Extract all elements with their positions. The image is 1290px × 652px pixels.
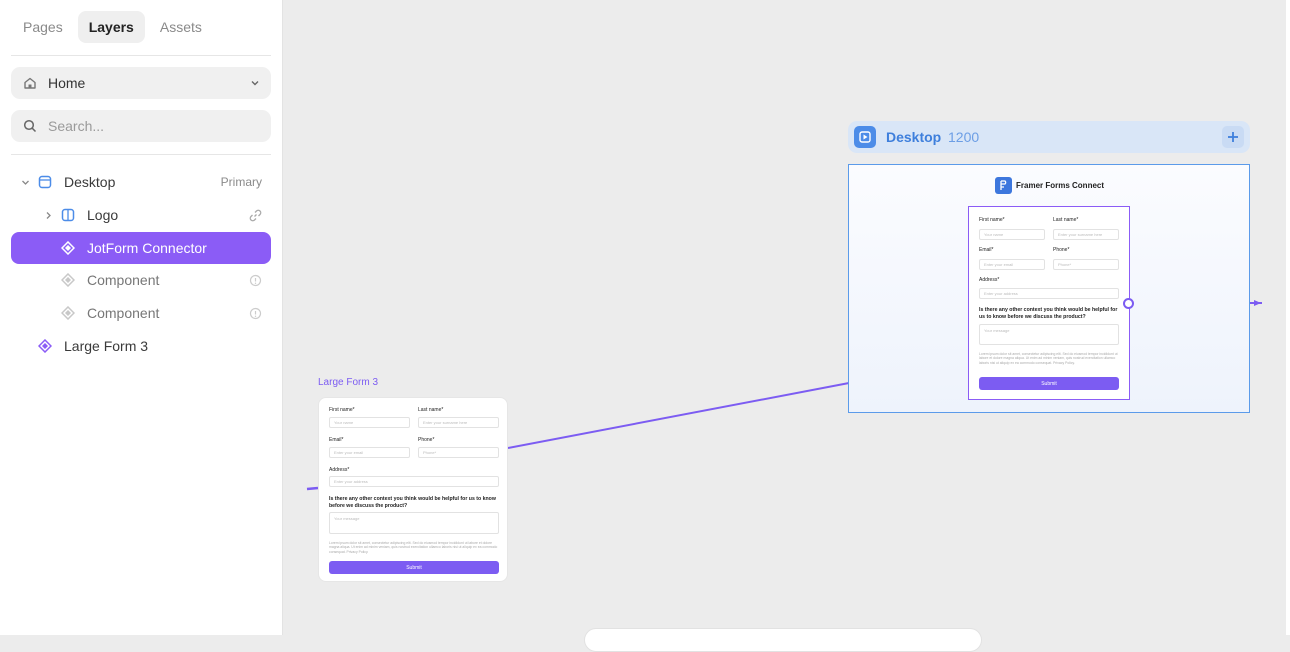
phone-label: Phone* xyxy=(1053,247,1070,253)
component-icon xyxy=(61,306,75,320)
add-breakpoint-button[interactable] xyxy=(1222,126,1244,148)
last-name-label: Last name* xyxy=(418,407,444,413)
layer-jotform-connector[interactable]: JotForm Connector xyxy=(11,232,271,264)
layer-logo[interactable]: Logo xyxy=(11,199,271,231)
component-icon xyxy=(61,273,75,287)
layer-label: Logo xyxy=(87,207,119,223)
first-name-label: First name* xyxy=(329,407,355,413)
page-select[interactable]: Home xyxy=(11,67,271,99)
primary-badge: Primary xyxy=(220,175,262,189)
link-icon xyxy=(248,208,262,222)
first-name-label: First name* xyxy=(979,217,1005,223)
layer-desktop[interactable]: Desktop Primary xyxy=(11,166,271,198)
phone-field[interactable]: Phone* xyxy=(418,447,499,458)
first-name-field[interactable]: Your name xyxy=(329,417,410,428)
context-question: Is there any other context you think wou… xyxy=(329,496,496,509)
brand-name: Framer Forms Connect xyxy=(1016,180,1105,190)
message-field[interactable]: Your message xyxy=(329,512,499,534)
info-icon xyxy=(248,273,262,287)
search-input[interactable] xyxy=(48,118,260,134)
chevron-right-icon[interactable] xyxy=(42,209,54,221)
sidebar-tabs: Pages Layers Assets xyxy=(12,11,213,43)
play-icon[interactable] xyxy=(854,126,876,148)
email-field[interactable]: Enter your email xyxy=(329,447,410,458)
tab-pages[interactable]: Pages xyxy=(12,11,74,43)
fine-print: Lorem ipsum dolor sit amet, consectetur … xyxy=(329,541,498,554)
address-label: Address* xyxy=(979,277,1000,283)
address-label: Address* xyxy=(329,467,350,473)
search-field xyxy=(11,110,271,142)
layers-sidebar: Pages Layers Assets Home Desktop Primary xyxy=(0,0,283,635)
brand: Framer Forms Connect xyxy=(995,176,1104,194)
bottom-toolbar[interactable] xyxy=(584,628,982,652)
frame-icon xyxy=(38,175,52,189)
component-icon xyxy=(38,339,52,353)
chevron-down-icon[interactable] xyxy=(19,176,31,188)
tab-layers[interactable]: Layers xyxy=(77,11,145,43)
chevron-down-icon xyxy=(250,78,260,88)
component-icon xyxy=(61,241,75,255)
layer-label: Large Form 3 xyxy=(64,338,149,354)
layer-large-form-3[interactable]: Large Form 3 xyxy=(11,330,271,362)
layer-component[interactable]: Component xyxy=(11,264,271,296)
frame-width: 1200 xyxy=(948,129,980,145)
large-form-3-card[interactable]: First name* Your name Last name* Enter y… xyxy=(318,397,508,582)
first-name-field[interactable]: Your name xyxy=(979,229,1045,240)
context-question: Is there any other context you think wou… xyxy=(979,307,1118,320)
email-label: Email* xyxy=(329,437,344,443)
address-field[interactable]: Enter your address xyxy=(329,476,499,487)
tab-assets[interactable]: Assets xyxy=(149,11,213,43)
large-form-label[interactable]: Large Form 3 xyxy=(318,377,378,388)
page-select-value: Home xyxy=(48,75,86,91)
divider xyxy=(11,154,271,155)
phone-field[interactable]: Phone* xyxy=(1053,259,1119,270)
brand-logo-icon xyxy=(995,176,1012,194)
connection-node[interactable] xyxy=(1123,298,1134,309)
last-name-field[interactable]: Enter your surname here xyxy=(418,417,499,428)
last-name-label: Last name* xyxy=(1053,217,1079,223)
layer-label: Desktop xyxy=(64,174,116,190)
layer-label: JotForm Connector xyxy=(87,240,207,256)
frame-title: Desktop xyxy=(886,129,942,145)
email-field[interactable]: Enter your email xyxy=(979,259,1045,270)
submit-button[interactable]: Submit xyxy=(979,377,1119,390)
layer-label: Component xyxy=(87,272,160,288)
stack-icon xyxy=(61,208,75,222)
submit-button[interactable]: Submit xyxy=(329,561,499,574)
address-field[interactable]: Enter your address xyxy=(979,288,1119,299)
phone-label: Phone* xyxy=(418,437,435,443)
search-icon xyxy=(22,118,38,134)
frame-header[interactable]: Desktop 1200 xyxy=(848,121,1250,153)
info-icon xyxy=(248,306,262,320)
layer-label: Component xyxy=(87,305,160,321)
divider xyxy=(11,55,271,56)
last-name-field[interactable]: Enter your surname here xyxy=(1053,229,1119,240)
fine-print: Lorem ipsum dolor sit amet, consectetur … xyxy=(979,352,1118,365)
jotform-connector-form[interactable]: First name* Your name Last name* Enter y… xyxy=(968,206,1130,400)
plus-icon xyxy=(1228,132,1238,142)
email-label: Email* xyxy=(979,247,994,253)
right-edge xyxy=(1286,0,1290,635)
message-field[interactable]: Your message xyxy=(979,324,1119,345)
home-icon xyxy=(22,75,38,91)
layer-component[interactable]: Component xyxy=(11,297,271,329)
